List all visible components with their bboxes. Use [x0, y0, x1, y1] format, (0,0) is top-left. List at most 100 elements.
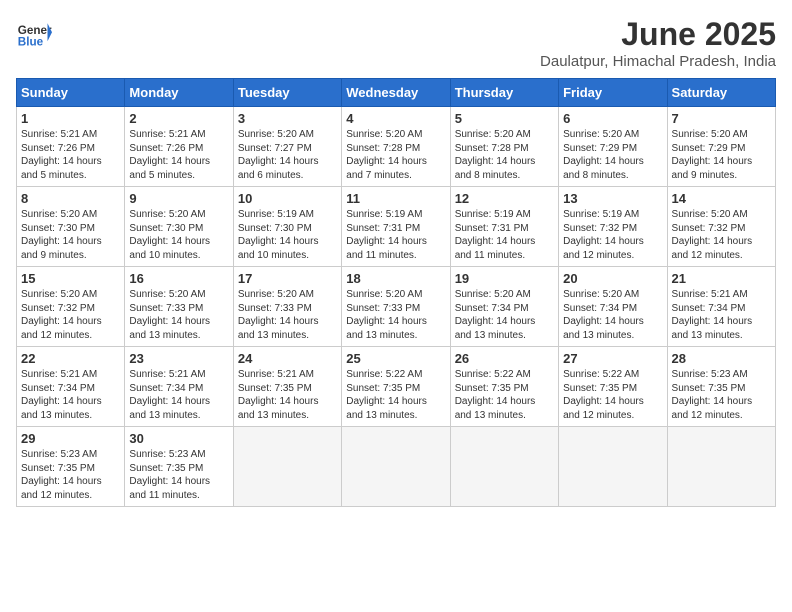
table-row: 12 Sunrise: 5:19 AM Sunset: 7:31 PM Dayl…	[450, 187, 558, 267]
table-row: 29 Sunrise: 5:23 AM Sunset: 7:35 PM Dayl…	[17, 427, 125, 507]
sunset: Sunset: 7:35 PM	[238, 383, 312, 394]
table-row: 7 Sunrise: 5:20 AM Sunset: 7:29 PM Dayli…	[667, 107, 775, 187]
day-info: Sunrise: 5:20 AM Sunset: 7:33 PM Dayligh…	[346, 288, 445, 342]
day-info: Sunrise: 5:21 AM Sunset: 7:34 PM Dayligh…	[672, 288, 771, 342]
table-row: 5 Sunrise: 5:20 AM Sunset: 7:28 PM Dayli…	[450, 107, 558, 187]
day-number: 2	[129, 111, 228, 126]
daylight: Daylight: 14 hours and 12 minutes.	[672, 236, 753, 261]
sunrise: Sunrise: 5:20 AM	[346, 289, 422, 300]
table-row: 2 Sunrise: 5:21 AM Sunset: 7:26 PM Dayli…	[125, 107, 233, 187]
sunset: Sunset: 7:35 PM	[346, 383, 420, 394]
table-row	[667, 427, 775, 507]
day-info: Sunrise: 5:23 AM Sunset: 7:35 PM Dayligh…	[21, 448, 120, 502]
sunrise: Sunrise: 5:20 AM	[672, 129, 748, 140]
table-row: 14 Sunrise: 5:20 AM Sunset: 7:32 PM Dayl…	[667, 187, 775, 267]
sunrise: Sunrise: 5:20 AM	[563, 289, 639, 300]
sunrise: Sunrise: 5:20 AM	[21, 289, 97, 300]
daylight: Daylight: 14 hours and 8 minutes.	[455, 156, 536, 181]
day-number: 1	[21, 111, 120, 126]
daylight: Daylight: 14 hours and 13 minutes.	[455, 316, 536, 341]
day-info: Sunrise: 5:20 AM Sunset: 7:30 PM Dayligh…	[129, 208, 228, 262]
day-number: 3	[238, 111, 337, 126]
day-info: Sunrise: 5:19 AM Sunset: 7:32 PM Dayligh…	[563, 208, 662, 262]
sunrise: Sunrise: 5:20 AM	[21, 209, 97, 220]
calendar-week-row: 15 Sunrise: 5:20 AM Sunset: 7:32 PM Dayl…	[17, 267, 776, 347]
table-row: 16 Sunrise: 5:20 AM Sunset: 7:33 PM Dayl…	[125, 267, 233, 347]
page-header: General Blue June 2025 Daulatpur, Himach…	[16, 16, 776, 70]
table-row: 25 Sunrise: 5:22 AM Sunset: 7:35 PM Dayl…	[342, 347, 450, 427]
table-row: 15 Sunrise: 5:20 AM Sunset: 7:32 PM Dayl…	[17, 267, 125, 347]
calendar-week-row: 8 Sunrise: 5:20 AM Sunset: 7:30 PM Dayli…	[17, 187, 776, 267]
day-info: Sunrise: 5:21 AM Sunset: 7:35 PM Dayligh…	[238, 368, 337, 422]
day-info: Sunrise: 5:20 AM Sunset: 7:33 PM Dayligh…	[238, 288, 337, 342]
table-row	[559, 427, 667, 507]
day-info: Sunrise: 5:22 AM Sunset: 7:35 PM Dayligh…	[455, 368, 554, 422]
table-row: 8 Sunrise: 5:20 AM Sunset: 7:30 PM Dayli…	[17, 187, 125, 267]
table-row: 23 Sunrise: 5:21 AM Sunset: 7:34 PM Dayl…	[125, 347, 233, 427]
sunset: Sunset: 7:34 PM	[672, 303, 746, 314]
sunrise: Sunrise: 5:20 AM	[238, 289, 314, 300]
sunset: Sunset: 7:33 PM	[346, 303, 420, 314]
sunset: Sunset: 7:33 PM	[238, 303, 312, 314]
day-number: 24	[238, 351, 337, 366]
sunrise: Sunrise: 5:20 AM	[563, 129, 639, 140]
col-sunday: Sunday	[17, 79, 125, 107]
col-tuesday: Tuesday	[233, 79, 341, 107]
day-number: 10	[238, 191, 337, 206]
daylight: Daylight: 14 hours and 6 minutes.	[238, 156, 319, 181]
sunset: Sunset: 7:34 PM	[129, 383, 203, 394]
daylight: Daylight: 14 hours and 10 minutes.	[238, 236, 319, 261]
col-friday: Friday	[559, 79, 667, 107]
title-block: June 2025 Daulatpur, Himachal Pradesh, I…	[540, 16, 776, 70]
day-number: 23	[129, 351, 228, 366]
table-row: 19 Sunrise: 5:20 AM Sunset: 7:34 PM Dayl…	[450, 267, 558, 347]
subtitle: Daulatpur, Himachal Pradesh, India	[540, 53, 776, 70]
day-info: Sunrise: 5:20 AM Sunset: 7:33 PM Dayligh…	[129, 288, 228, 342]
day-number: 17	[238, 271, 337, 286]
day-info: Sunrise: 5:22 AM Sunset: 7:35 PM Dayligh…	[346, 368, 445, 422]
table-row: 24 Sunrise: 5:21 AM Sunset: 7:35 PM Dayl…	[233, 347, 341, 427]
daylight: Daylight: 14 hours and 13 minutes.	[21, 396, 102, 421]
day-info: Sunrise: 5:23 AM Sunset: 7:35 PM Dayligh…	[672, 368, 771, 422]
sunrise: Sunrise: 5:20 AM	[129, 209, 205, 220]
day-number: 6	[563, 111, 662, 126]
sunrise: Sunrise: 5:19 AM	[563, 209, 639, 220]
day-info: Sunrise: 5:20 AM Sunset: 7:32 PM Dayligh…	[672, 208, 771, 262]
daylight: Daylight: 14 hours and 13 minutes.	[238, 396, 319, 421]
sunset: Sunset: 7:32 PM	[563, 223, 637, 234]
sunset: Sunset: 7:27 PM	[238, 143, 312, 154]
day-number: 11	[346, 191, 445, 206]
day-number: 26	[455, 351, 554, 366]
calendar-week-row: 29 Sunrise: 5:23 AM Sunset: 7:35 PM Dayl…	[17, 427, 776, 507]
sunset: Sunset: 7:28 PM	[455, 143, 529, 154]
sunset: Sunset: 7:35 PM	[129, 463, 203, 474]
sunset: Sunset: 7:31 PM	[346, 223, 420, 234]
table-row: 30 Sunrise: 5:23 AM Sunset: 7:35 PM Dayl…	[125, 427, 233, 507]
day-info: Sunrise: 5:20 AM Sunset: 7:34 PM Dayligh…	[563, 288, 662, 342]
day-number: 15	[21, 271, 120, 286]
day-info: Sunrise: 5:22 AM Sunset: 7:35 PM Dayligh…	[563, 368, 662, 422]
daylight: Daylight: 14 hours and 12 minutes.	[21, 476, 102, 501]
day-number: 7	[672, 111, 771, 126]
day-info: Sunrise: 5:20 AM Sunset: 7:29 PM Dayligh…	[563, 128, 662, 182]
sunrise: Sunrise: 5:22 AM	[563, 369, 639, 380]
day-number: 16	[129, 271, 228, 286]
day-info: Sunrise: 5:21 AM Sunset: 7:26 PM Dayligh…	[129, 128, 228, 182]
day-info: Sunrise: 5:19 AM Sunset: 7:31 PM Dayligh…	[455, 208, 554, 262]
col-wednesday: Wednesday	[342, 79, 450, 107]
sunrise: Sunrise: 5:20 AM	[672, 209, 748, 220]
sunrise: Sunrise: 5:21 AM	[672, 289, 748, 300]
table-row: 6 Sunrise: 5:20 AM Sunset: 7:29 PM Dayli…	[559, 107, 667, 187]
day-number: 29	[21, 431, 120, 446]
table-row	[342, 427, 450, 507]
col-thursday: Thursday	[450, 79, 558, 107]
table-row: 22 Sunrise: 5:21 AM Sunset: 7:34 PM Dayl…	[17, 347, 125, 427]
day-number: 19	[455, 271, 554, 286]
sunset: Sunset: 7:35 PM	[563, 383, 637, 394]
sunset: Sunset: 7:26 PM	[21, 143, 95, 154]
calendar-header-row: Sunday Monday Tuesday Wednesday Thursday…	[17, 79, 776, 107]
sunrise: Sunrise: 5:20 AM	[455, 289, 531, 300]
sunrise: Sunrise: 5:23 AM	[21, 449, 97, 460]
sunrise: Sunrise: 5:19 AM	[455, 209, 531, 220]
sunset: Sunset: 7:34 PM	[455, 303, 529, 314]
